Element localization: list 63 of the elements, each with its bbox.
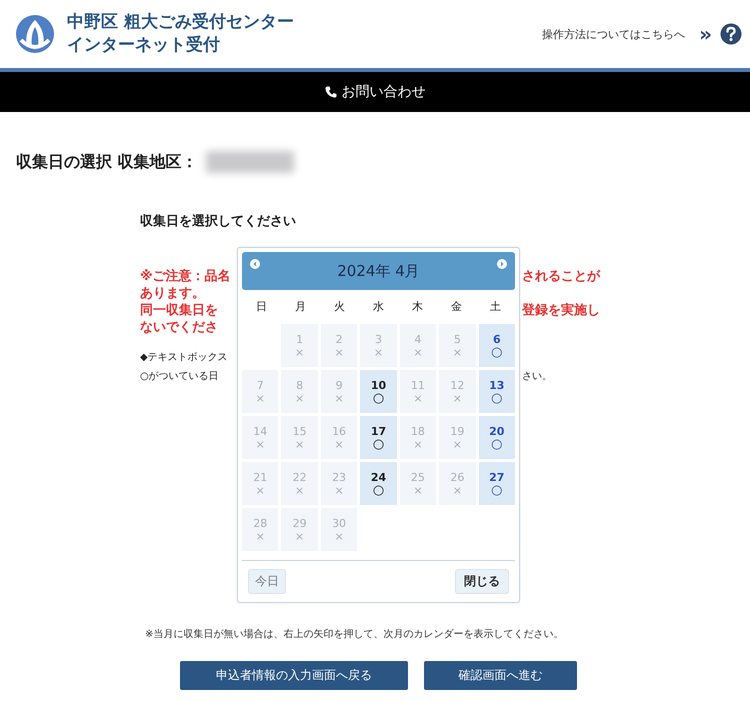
calendar-day[interactable]: 17 ○ (360, 416, 397, 459)
warning-text: あります。 (140, 285, 206, 302)
calendar-day: 4 × (400, 324, 436, 367)
calendar-day: 30 × (320, 508, 358, 551)
calendar-day: 11 × (400, 370, 436, 413)
calendar-day: 15 × (281, 416, 318, 459)
weekday-label: 水 (372, 299, 385, 314)
instruction-text: さい。 (522, 370, 552, 384)
instruction-text: ○がついている日 (140, 370, 220, 384)
calendar-day: 28 × (242, 508, 278, 551)
warning-text: されることが (522, 268, 600, 285)
calendar-day: 16 × (320, 416, 358, 459)
calendar-day: 19 × (439, 416, 476, 459)
calendar-day: 7 × (242, 370, 278, 413)
instruction-text: ◆テキストボックス (140, 351, 229, 365)
weekday-label: 月 (294, 299, 307, 314)
weekday-label: 金 (450, 299, 463, 314)
warning-text: ないでくださ (140, 319, 219, 336)
month-title: 2024年 4月 (337, 262, 420, 281)
prev-month-icon[interactable] (250, 259, 260, 269)
close-button[interactable]: 閉じる (455, 569, 509, 594)
chevron-icon[interactable]: » (699, 24, 712, 44)
footnote-text: ※当月に収集日が無い場合は、右上の矢印を押して、次月のカレンダーを表示してください。 (145, 628, 564, 641)
calendar-day: 21 × (242, 462, 278, 505)
calendar-day: 29 × (281, 508, 318, 551)
calendar-day: 1 × (281, 324, 318, 367)
weekday-label: 土 (489, 299, 502, 314)
help-link[interactable]: 操作方法についてはこちらへ (542, 26, 686, 42)
next-month-icon[interactable] (497, 259, 507, 269)
calendar-day: 2 × (320, 324, 358, 367)
calendar-day: 23 × (320, 462, 358, 505)
calendar-day: 14 × (242, 416, 278, 459)
warning-text: ※ご注意：品名 (140, 268, 232, 285)
calendar-day: 12 × (439, 370, 476, 413)
help-icon[interactable] (720, 23, 742, 45)
weekday-label: 日 (255, 299, 268, 314)
weekday-label: 火 (333, 299, 346, 314)
calendar-day[interactable]: 6 ○ (478, 324, 515, 367)
calendar-day[interactable]: 13 ○ (478, 370, 515, 413)
calendar-day: 9 × (320, 370, 358, 413)
calendar-day: 25 × (400, 462, 436, 505)
warning-text: 同一収集日を (140, 302, 219, 319)
weekday-label: 木 (411, 299, 424, 314)
calendar-day[interactable]: 27 ○ (478, 462, 515, 505)
calendar-day[interactable]: 10 ○ (360, 370, 397, 413)
calendar-day: 5 × (439, 324, 476, 367)
today-button[interactable]: 今日 (248, 569, 286, 594)
prompt-text: 収集日を選択してください (140, 213, 297, 230)
warning-text: 登録を実施し (522, 302, 600, 319)
phone-icon[interactable] (324, 86, 336, 98)
calendar-day: 18 × (400, 416, 436, 459)
site-title: 中野区 粗大ごみ受付センター インターネット受付 (67, 11, 295, 57)
next-button[interactable]: 確認画面へ進む (424, 661, 577, 690)
calendar-day[interactable]: 24 ○ (360, 462, 397, 505)
calendar-day: 3 × (360, 324, 397, 367)
page-heading: 収集日の選択 収集地区： (16, 152, 198, 172)
logo-icon (15, 14, 55, 54)
contact-link[interactable]: お問い合わせ (342, 83, 426, 101)
calendar-day: 26 × (439, 462, 476, 505)
calendar-day: 22 × (281, 462, 318, 505)
calendar-day[interactable]: 20 ○ (478, 416, 515, 459)
calendar-day: 8 × (281, 370, 318, 413)
back-button[interactable]: 申込者情報の入力画面へ戻る (180, 661, 408, 690)
